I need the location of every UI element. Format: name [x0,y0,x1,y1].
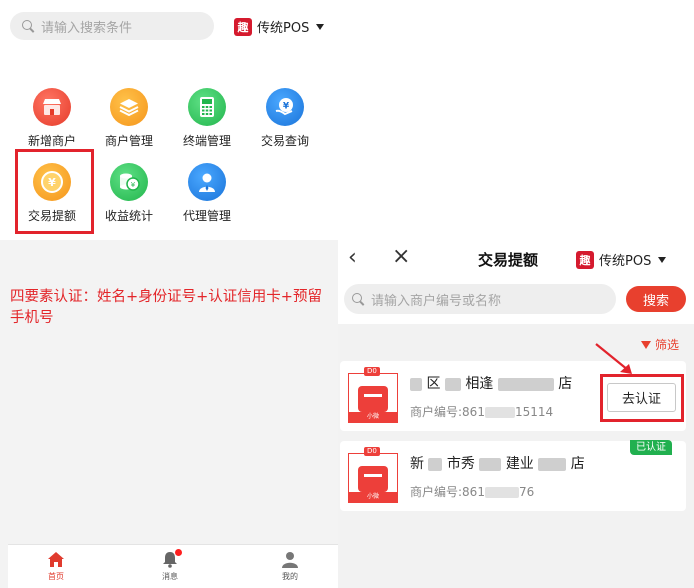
redacted [479,457,502,471]
brand-selector[interactable]: 趣 传统POS [576,250,667,269]
caret-down-icon [658,256,667,263]
shop-body [358,386,388,412]
filter-label: 筛选 [655,338,680,352]
grid-item-add-merchant[interactable]: 新增商户 [17,88,87,149]
tab-home[interactable]: 首页 [26,551,86,582]
verified-badge: 已认证 [630,440,672,455]
settlement-badge: D0 [364,447,380,456]
grid-label: 交易查询 [260,134,309,148]
tab-messages[interactable]: 消息 [140,549,200,582]
funnel-icon [641,340,651,349]
merchant-name: 区 相逢 店 [410,373,572,393]
grid-label: 商户管理 [104,134,153,148]
search-icon [22,19,35,33]
four-factor-note: 四要素认证：姓名+身份证号+认证信用卡+预留手机号 [10,289,322,326]
shop-icon: D0 小微 [348,447,398,503]
tab-label: 首页 [48,572,64,581]
grid-label: 收益统计 [104,209,153,223]
agent-person-icon [188,163,226,201]
search-placeholder: 请输入搜索条件 [41,20,133,36]
redacted [484,487,519,498]
user-icon [282,552,298,568]
svg-text:¥: ¥ [131,181,136,189]
redacted [410,377,422,391]
grid-item-transaction-query[interactable]: ¥ 交易查询 [250,88,320,149]
home-screen: 请输入搜索条件 趣 传统POS 新增商户 商户管理 终端管理 ¥ 交易查询 ¥ [0,0,338,240]
yuan-query-icon: ¥ [266,88,304,126]
grid-item-agent-management[interactable]: 代理管理 [172,163,242,224]
unread-dot [175,549,182,556]
brand-name: 传统POS [257,21,310,36]
back-icon[interactable]: ‹ [348,246,357,270]
merchant-id: 商户编号:861 15114 [410,405,554,419]
merchant-tag: 小微 [349,412,397,422]
grid-item-terminal-management[interactable]: 终端管理 [172,88,242,149]
annotation-area: 四要素认证：姓名+身份证号+认证信用卡+预留手机号 [0,240,338,588]
brand-logo: 趣 [234,17,252,36]
brand-logo: 趣 [576,250,594,269]
brand-selector[interactable]: 趣 传统POS [234,17,325,36]
nav-header: ‹ × 交易提额 趣 传统POS [338,240,694,278]
redacted [538,457,567,471]
bottom-tab-bar: 首页 消息 我的 [8,544,338,588]
grid-label: 代理管理 [182,209,231,223]
pos-terminal-icon [188,88,226,126]
merchant-tag: 小微 [349,492,397,502]
filter-button[interactable]: 筛选 [641,336,679,353]
merchant-name: 新 市秀 建业 店 [410,456,585,472]
grid-label: 新增商户 [27,134,76,148]
verify-button[interactable]: 去认证 [607,383,676,412]
highlight-box-verify: 去认证 [600,374,684,422]
merchant-search-input[interactable]: 请输入商户编号或名称 [344,284,616,314]
search-button[interactable]: 搜索 [626,286,686,312]
shop-icon: D0 小微 [348,367,398,423]
redacted [428,457,443,471]
redacted [444,377,461,391]
caret-down-icon [316,23,325,30]
search-input[interactable]: 请输入搜索条件 [10,12,214,40]
svg-text:¥: ¥ [283,102,290,112]
store-icon [33,88,71,126]
search-bar: 请输入商户编号或名称 搜索 [338,278,694,324]
grid-item-earnings-statistics[interactable]: ¥ 收益统计 [94,163,164,224]
merchant-id: 商户编号:861 76 [410,485,535,499]
settlement-badge: D0 [364,367,380,376]
grid-label: 终端管理 [182,134,231,148]
close-icon[interactable]: × [392,245,410,269]
tab-mine[interactable]: 我的 [260,551,320,582]
search-icon [352,292,365,306]
transaction-limit-screen: ‹ × 交易提额 趣 传统POS 请输入商户编号或名称 搜索 筛选 D0 小微 … [338,240,694,588]
page-title: 交易提额 [478,251,539,269]
coins-icon: ¥ [110,163,148,201]
home-icon [48,552,64,567]
redacted [484,407,515,418]
brand-name: 传统POS [599,254,652,269]
highlight-box-transaction-limit [15,149,94,234]
shop-body [358,466,388,492]
grid-item-merchant-management[interactable]: 商户管理 [94,88,164,149]
layers-icon [110,88,148,126]
redacted [497,377,554,391]
tab-label: 我的 [282,572,298,581]
search-placeholder: 请输入商户编号或名称 [371,293,502,309]
tab-label: 消息 [162,572,178,581]
